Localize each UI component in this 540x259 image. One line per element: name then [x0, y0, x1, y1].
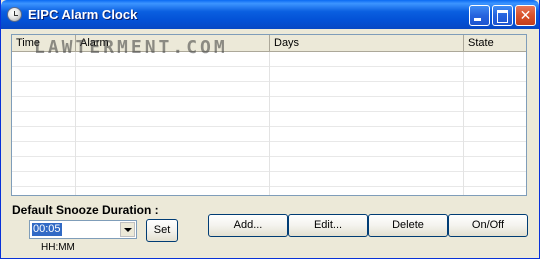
column-header-time[interactable]: Time [12, 35, 76, 51]
column-header-alarm[interactable]: Alarm [76, 35, 270, 51]
alarm-list[interactable]: Time Alarm Days State [11, 34, 527, 196]
maximize-button[interactable] [492, 5, 513, 26]
add-alarm-button[interactable]: Add... [208, 214, 288, 237]
window-title: EIPC Alarm Clock [28, 7, 138, 22]
edit-alarm-button[interactable]: Edit... [288, 214, 368, 237]
title-bar[interactable]: EIPC Alarm Clock ✕ [1, 0, 539, 29]
snooze-duration-combobox[interactable]: 00:05 [29, 220, 137, 239]
set-snooze-button[interactable]: Set [146, 219, 178, 242]
clock-icon [7, 7, 22, 22]
delete-alarm-button[interactable]: Delete [368, 214, 448, 237]
minimize-button[interactable] [469, 5, 490, 26]
toggle-alarm-button[interactable]: On/Off [448, 214, 528, 237]
chevron-down-icon[interactable] [120, 222, 135, 237]
snooze-duration-value[interactable]: 00:05 [32, 223, 62, 236]
time-format-hint: HH:MM [41, 242, 75, 253]
alarm-list-body[interactable] [12, 52, 526, 195]
column-header-state[interactable]: State [464, 35, 526, 51]
alarm-clock-window: EIPC Alarm Clock ✕ Time Alarm Days State… [0, 0, 540, 259]
snooze-duration-label: Default Snooze Duration : [12, 203, 159, 217]
alarm-list-header: Time Alarm Days State [12, 35, 526, 52]
close-icon: ✕ [519, 7, 532, 23]
column-header-days[interactable]: Days [270, 35, 464, 51]
close-button[interactable]: ✕ [515, 5, 536, 26]
